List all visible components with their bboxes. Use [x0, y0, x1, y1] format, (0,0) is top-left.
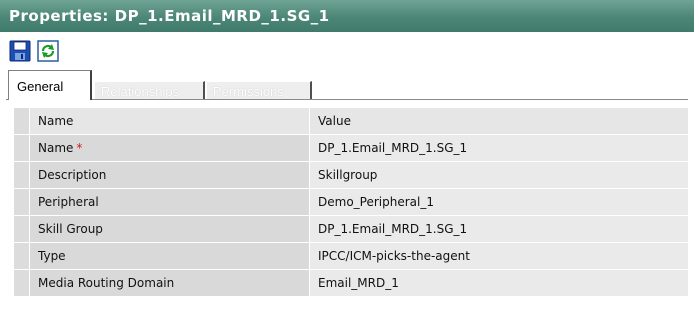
table-row[interactable]: Type IPCC/ICM-picks-the-agent [14, 243, 688, 270]
title-bar: Properties: DP_1.Email_MRD_1.SG_1 [0, 0, 694, 32]
tab-strip: General Relationships Permissions [6, 70, 688, 100]
property-name: Skill Group [30, 216, 310, 242]
properties-window: Properties: DP_1.Email_MRD_1.SG_1 Genera… [0, 0, 694, 313]
row-gutter [14, 162, 30, 188]
property-name: Name * [30, 135, 310, 161]
refresh-icon [37, 40, 59, 62]
table-row[interactable]: Media Routing Domain Email_MRD_1 [14, 270, 688, 297]
property-value[interactable]: DP_1.Email_MRD_1.SG_1 [310, 135, 688, 161]
property-value[interactable]: DP_1.Email_MRD_1.SG_1 [310, 216, 688, 242]
row-gutter [14, 108, 30, 134]
tab-divider [6, 99, 688, 100]
grid-header-row: Name Value [14, 108, 688, 135]
row-gutter [14, 216, 30, 242]
property-value[interactable]: IPCC/ICM-picks-the-agent [310, 243, 688, 269]
property-name: Media Routing Domain [30, 270, 310, 296]
column-header-value[interactable]: Value [310, 108, 688, 134]
save-icon [9, 40, 31, 62]
table-row[interactable]: Name * DP_1.Email_MRD_1.SG_1 [14, 135, 688, 162]
column-header-name[interactable]: Name [30, 108, 310, 134]
property-value[interactable]: Skillgroup [310, 162, 688, 188]
property-value[interactable]: Email_MRD_1 [310, 270, 688, 296]
property-value[interactable]: Demo_Peripheral_1 [310, 189, 688, 215]
window-title: Properties: DP_1.Email_MRD_1.SG_1 [9, 7, 330, 25]
tab-general[interactable]: General [8, 70, 92, 100]
row-gutter [14, 243, 30, 269]
required-marker: * [76, 141, 83, 155]
row-gutter [14, 270, 30, 296]
property-name: Description [30, 162, 310, 188]
properties-grid: Name Value Name * DP_1.Email_MRD_1.SG_1 D… [14, 108, 688, 297]
property-name: Type [30, 243, 310, 269]
save-button[interactable] [9, 40, 31, 62]
row-gutter [14, 135, 30, 161]
property-name: Peripheral [30, 189, 310, 215]
table-row[interactable]: Peripheral Demo_Peripheral_1 [14, 189, 688, 216]
table-row[interactable]: Description Skillgroup [14, 162, 688, 189]
tab-relationships[interactable]: Relationships [94, 81, 205, 100]
refresh-button[interactable] [37, 40, 59, 62]
toolbar [9, 39, 59, 63]
table-row[interactable]: Skill Group DP_1.Email_MRD_1.SG_1 [14, 216, 688, 243]
tab-permissions[interactable]: Permissions [206, 81, 312, 100]
property-name-label: Name [38, 141, 74, 155]
row-gutter [14, 189, 30, 215]
